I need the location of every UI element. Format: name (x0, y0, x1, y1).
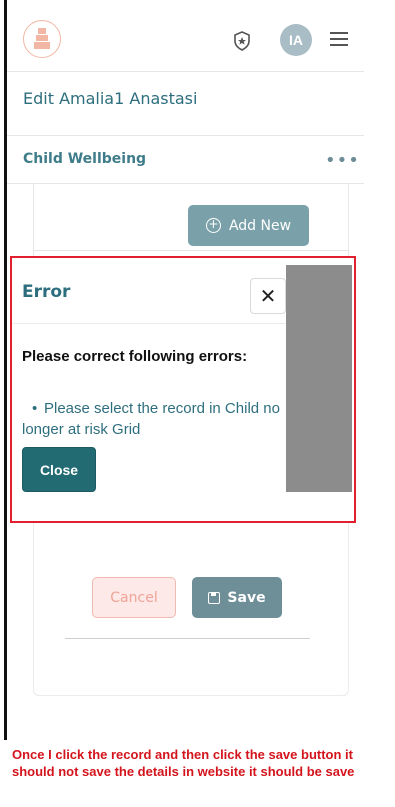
logo-icon[interactable] (23, 20, 61, 58)
error-item: Please select the record in Child no lon… (22, 400, 280, 438)
floppy-disk-icon (208, 591, 221, 604)
page-title-bar: Edit Amalia1 Anastasi (7, 72, 364, 136)
modal-close-button[interactable]: Close (22, 447, 96, 492)
divider (33, 250, 349, 251)
modal-title: Error (22, 282, 71, 302)
more-options-icon[interactable]: ••• (325, 150, 360, 171)
modal-header: Error ✕ (12, 258, 286, 324)
form-footer-box (33, 510, 349, 696)
top-navbar: IA (7, 0, 364, 72)
save-label: Save (227, 589, 266, 606)
page-title: Edit Amalia1 Anastasi (23, 89, 198, 108)
cancel-button[interactable]: Cancel (92, 577, 176, 618)
error-modal: Error ✕ Please correct following errors:… (10, 256, 356, 523)
plus-circle-icon: + (205, 218, 221, 233)
divider (65, 638, 310, 639)
hamburger-menu-icon[interactable] (329, 31, 349, 47)
close-icon[interactable]: ✕ (250, 278, 286, 314)
bullet-icon: • (32, 400, 38, 417)
add-new-label: Add New (228, 217, 292, 234)
shield-star-icon[interactable] (231, 30, 253, 52)
avatar[interactable]: IA (280, 24, 312, 56)
section-title: Child Wellbeing (23, 151, 147, 167)
grey-overlay-panel (286, 265, 352, 492)
add-new-button[interactable]: + Add New (188, 205, 309, 246)
section-header: Child Wellbeing ••• (7, 136, 364, 184)
error-heading: Please correct following errors: (22, 348, 248, 365)
error-list: • Please select the record in Child no lo… (22, 398, 280, 440)
save-button[interactable]: Save (192, 577, 282, 618)
annotation-caption: Once I click the record and then click t… (12, 747, 355, 779)
